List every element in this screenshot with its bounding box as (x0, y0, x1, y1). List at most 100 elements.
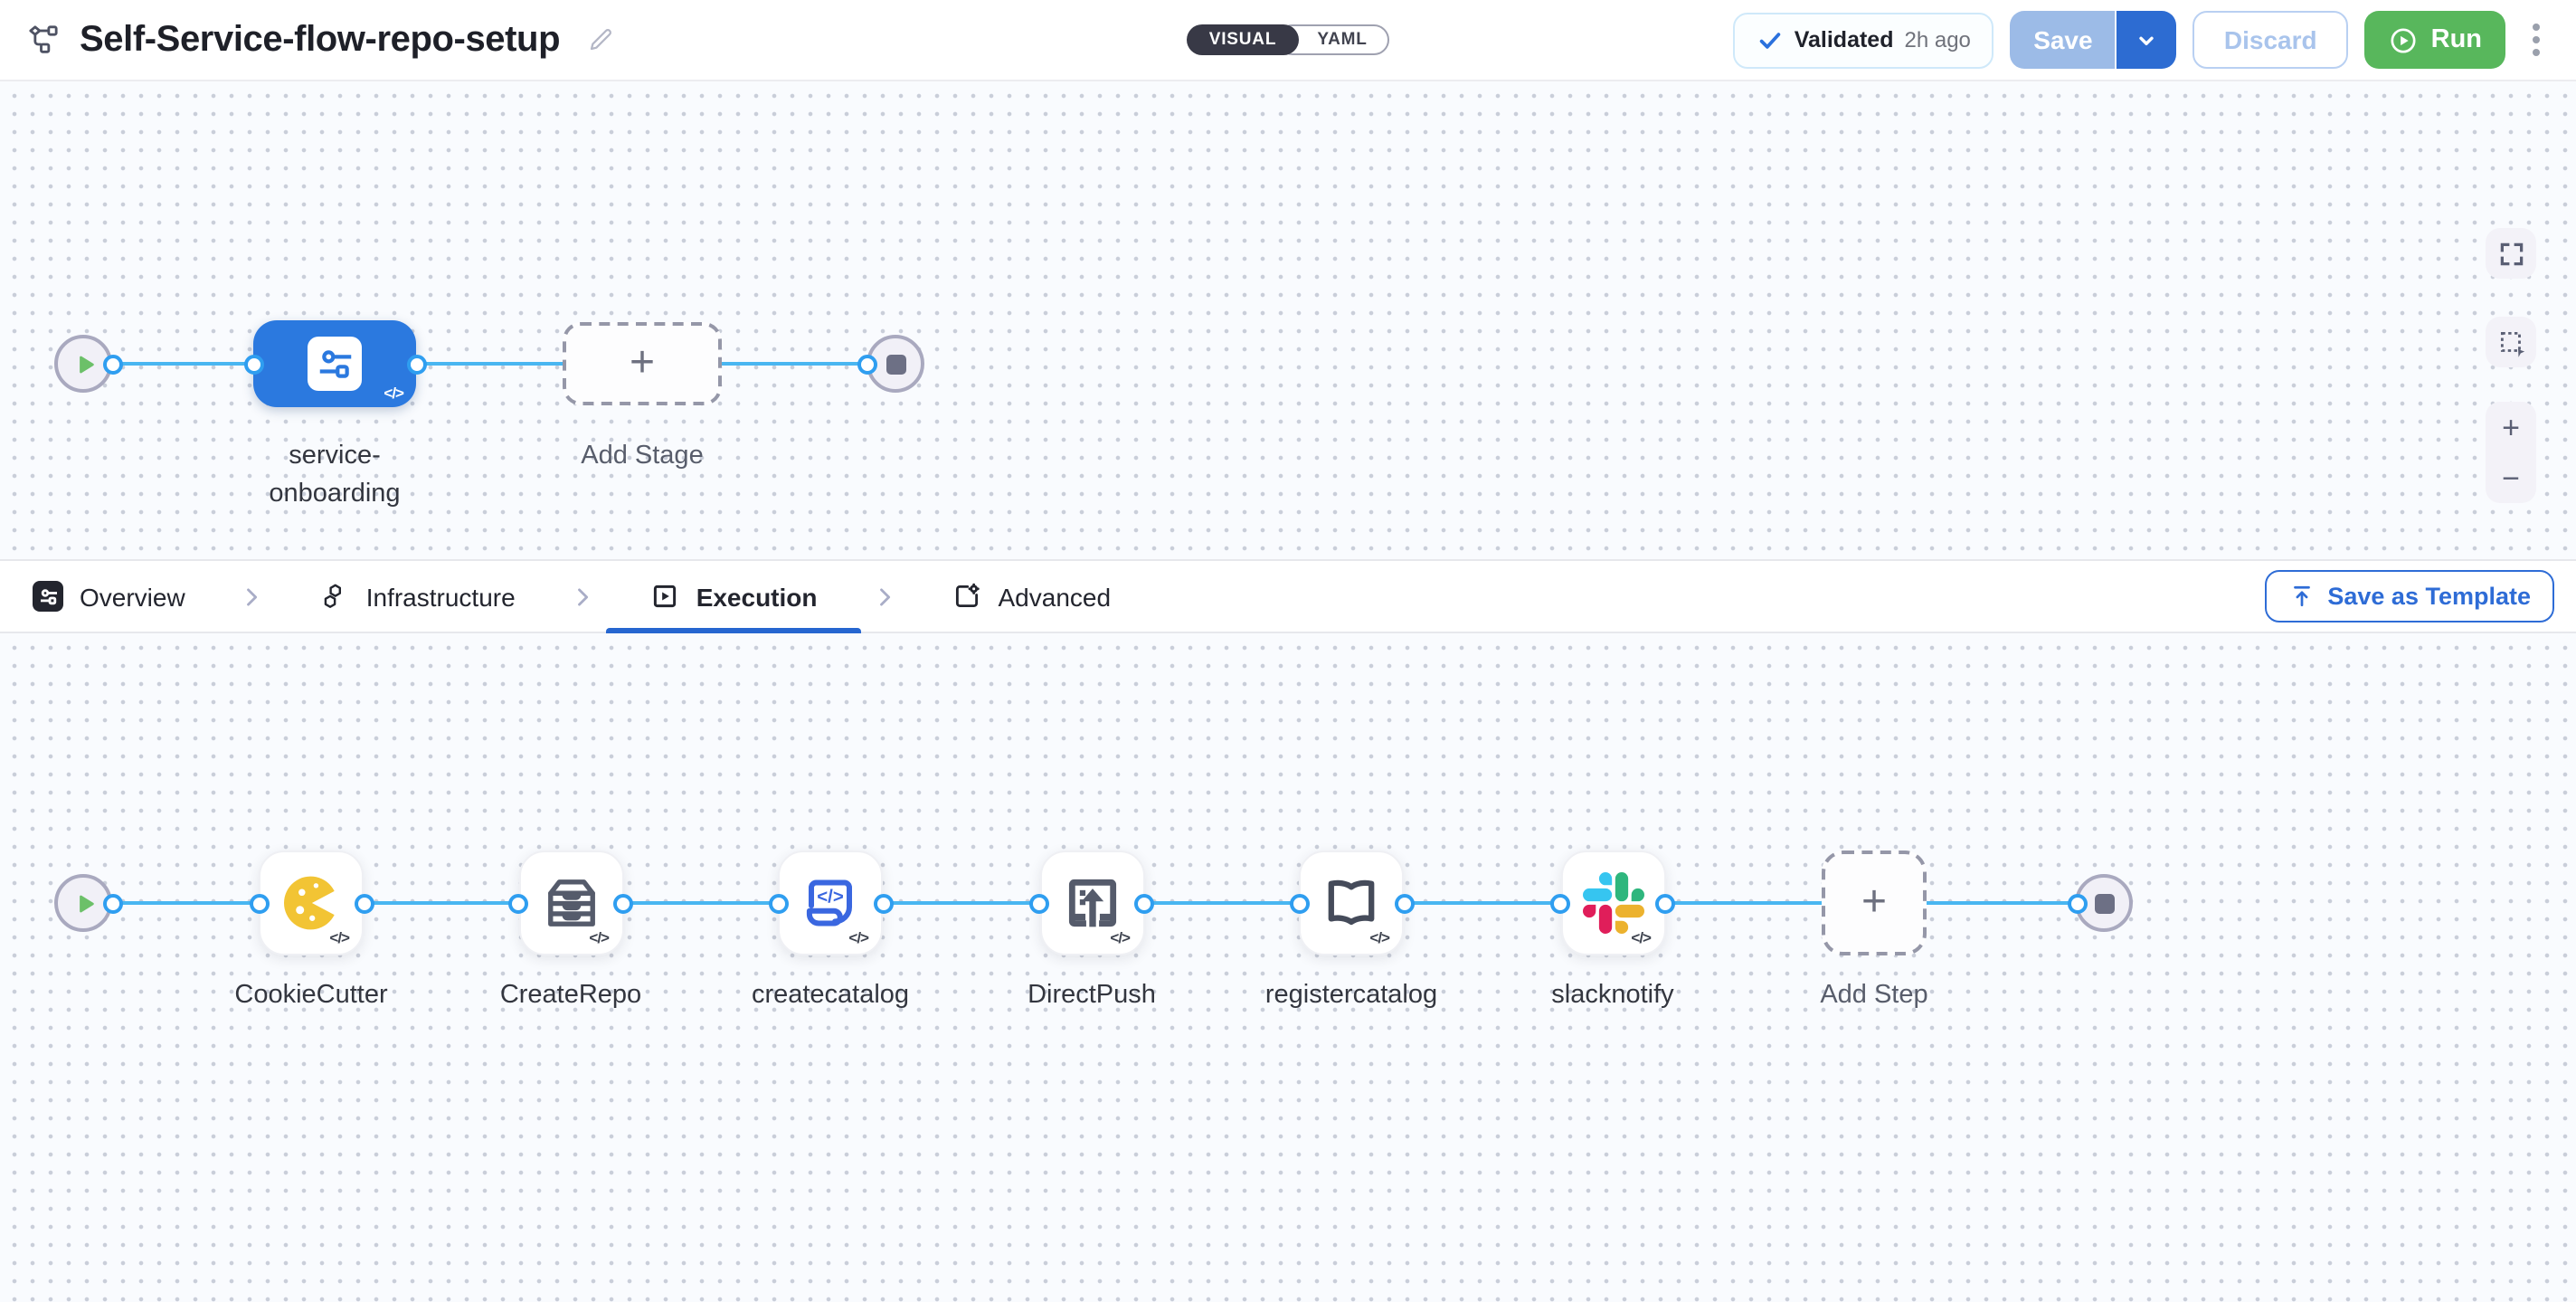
connector-port[interactable] (249, 893, 269, 913)
tab-advanced[interactable]: Advanced (908, 561, 1155, 632)
tab-label: Execution (696, 582, 818, 611)
step-label: CookieCutter (175, 977, 447, 1015)
save-split-button: Save (2011, 11, 2177, 69)
code-badge: </> (848, 928, 868, 946)
step-label: CreateRepo (435, 977, 706, 1015)
play-icon (71, 889, 99, 917)
repo-drawers-icon (540, 872, 601, 934)
connector-port[interactable] (613, 893, 633, 913)
step-createcatalog[interactable]: </> </> (778, 851, 883, 955)
connector-port[interactable] (102, 893, 122, 913)
run-label: Run (2431, 25, 2482, 54)
zoom-out-button[interactable]: − (2486, 452, 2536, 503)
tab-overview[interactable]: Overview (25, 561, 229, 632)
chevron-right-icon (240, 561, 265, 632)
stage-node-service-onboarding[interactable]: </> (253, 320, 416, 407)
pipeline-stage-icon (308, 337, 362, 391)
add-stage-label: Add Stage (534, 438, 751, 476)
connector-port[interactable] (768, 893, 788, 913)
validated-badge[interactable]: Validated 2h ago (1733, 12, 1994, 68)
execution-play-icon (649, 581, 680, 612)
chevron-right-icon (872, 561, 897, 632)
connector-port[interactable] (1134, 893, 1154, 913)
stop-icon (2094, 893, 2114, 913)
page-title: Self-Service-flow-repo-setup (80, 19, 560, 61)
add-step-button[interactable]: + (1822, 851, 1927, 955)
toggle-visual[interactable]: VISUAL (1187, 24, 1299, 55)
header: Self-Service-flow-repo-setup VISUAL YAML… (0, 0, 2576, 81)
save-as-template-button[interactable]: Save as Template (2264, 570, 2554, 622)
zoom-out-icon: − (2502, 462, 2520, 493)
step-registercatalog[interactable]: </> (1299, 851, 1404, 955)
step-label: registercatalog (1216, 977, 1487, 1015)
code-badge: </> (1631, 928, 1651, 946)
run-play-icon (2388, 24, 2419, 55)
tab-execution[interactable]: Execution (606, 561, 861, 632)
zoom-in-button[interactable]: + (2486, 402, 2536, 452)
step-label: createcatalog (695, 977, 966, 1015)
zoom-in-icon: + (2502, 412, 2520, 442)
tab-label: Advanced (999, 582, 1112, 611)
plus-icon: + (1861, 881, 1887, 925)
mode-toggle: VISUAL YAML (1187, 24, 1389, 55)
connector-port[interactable] (406, 354, 426, 374)
connector-port[interactable] (1029, 893, 1049, 913)
save-as-template-label: Save as Template (2327, 583, 2531, 610)
pipeline-overview-icon (33, 581, 63, 612)
pipeline-icon (25, 22, 62, 58)
validated-time: 2h ago (1905, 27, 1971, 52)
chevron-right-icon (570, 561, 595, 632)
edit-pencil-icon[interactable] (585, 25, 614, 54)
code-badge: </> (1369, 928, 1389, 946)
advanced-gear-icon (952, 581, 982, 612)
step-directpush[interactable]: </> (1039, 851, 1144, 955)
connector-port[interactable] (243, 354, 263, 374)
canvas-controls: + − (2486, 228, 2536, 503)
add-step-label: Add Step (1738, 977, 2010, 1015)
save-options-button[interactable] (2117, 11, 2177, 69)
more-options-icon[interactable] (2522, 16, 2551, 63)
zoom-group: + − (2486, 402, 2536, 503)
add-stage-button[interactable]: + (563, 322, 722, 405)
open-book-icon (1319, 870, 1384, 936)
discard-button[interactable]: Discard (2193, 11, 2348, 69)
infrastructure-hexagons-icon (319, 581, 350, 612)
pipeline-studio: Self-Service-flow-repo-setup VISUAL YAML… (0, 0, 2576, 1302)
direct-push-icon (1061, 872, 1122, 934)
stop-icon (886, 354, 905, 374)
step-label: slacknotify (1477, 977, 1748, 1015)
connector-port[interactable] (1550, 893, 1570, 913)
step-slacknotify[interactable]: </> (1560, 851, 1665, 955)
validated-label: Validated (1795, 27, 1894, 52)
connector-port[interactable] (1289, 893, 1309, 913)
connector-port[interactable] (857, 354, 876, 374)
header-actions: Validated 2h ago Save Discard (1733, 11, 2551, 69)
fullscreen-button[interactable] (2486, 228, 2536, 279)
connector-port[interactable] (508, 893, 528, 913)
connector-port[interactable] (873, 893, 893, 913)
stage-edge-line (112, 362, 870, 366)
step-label: DirectPush (956, 977, 1227, 1015)
stage-canvas: </> + service-onboarding Add Stage (0, 81, 2576, 559)
step-createrepo[interactable]: </> (518, 851, 623, 955)
stage-tabbar: Overview Infrastructure Ex (0, 559, 2576, 633)
plus-icon: + (630, 342, 655, 385)
connector-port[interactable] (1655, 893, 1675, 913)
tab-infrastructure[interactable]: Infrastructure (276, 561, 559, 632)
save-button[interactable]: Save (2011, 11, 2117, 69)
marquee-select-icon (2496, 327, 2526, 357)
run-button[interactable]: Run (2364, 11, 2505, 69)
marquee-select-button[interactable] (2486, 317, 2536, 367)
execution-canvas: </> </> </> (0, 633, 2576, 1302)
connector-port[interactable] (2067, 893, 2087, 913)
upload-icon (2287, 583, 2315, 610)
connector-port[interactable] (354, 893, 374, 913)
code-badge: </> (589, 928, 609, 946)
connector-port[interactable] (1394, 893, 1414, 913)
step-cookiecutter[interactable]: </> (259, 851, 364, 955)
connector-port[interactable] (102, 354, 122, 374)
code-badge: </> (384, 384, 403, 402)
check-icon (1757, 26, 1784, 53)
cookiecutter-cookie-icon (279, 870, 344, 936)
tab-label: Overview (80, 582, 185, 611)
